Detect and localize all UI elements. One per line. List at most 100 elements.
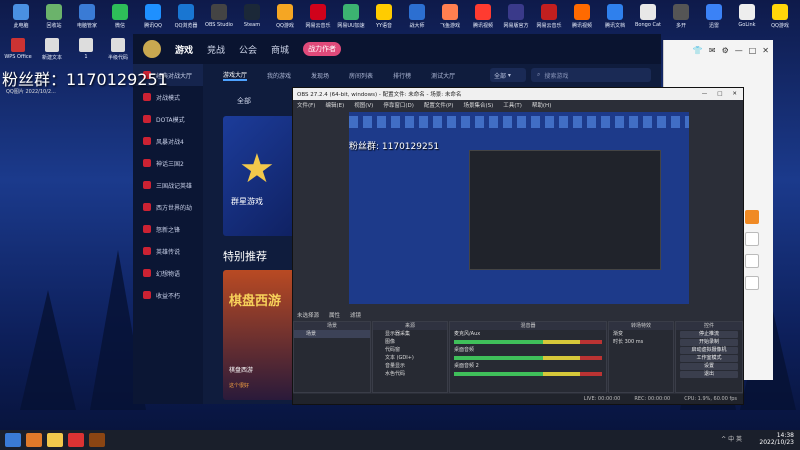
tool-button[interactable] [745,210,759,224]
sidebar-item-game[interactable]: 风暴对战4 [133,130,203,152]
maximize-icon[interactable]: □ [717,91,722,97]
nav-shop[interactable]: 商城 [271,43,289,56]
desktop-icon[interactable]: 此电脑 [4,2,38,29]
taskbar-app-icon[interactable] [68,433,84,447]
sidebar-item-game[interactable]: 神话三国2 [133,152,203,174]
shirt-icon[interactable]: 👕 [693,46,703,55]
close-icon[interactable]: ✕ [762,46,769,55]
desktop-icon[interactable]: OBS Studio [202,2,236,28]
search-input[interactable]: ⌕ 搜索游戏 [531,68,651,82]
sidebar-item-dota[interactable]: DOTA模式 [133,108,203,130]
preview-desktop-icons [349,116,689,128]
menu-view[interactable]: 视图(V) [354,101,373,109]
desktop-icon[interactable]: YY语音 [367,2,401,29]
desktop-icon[interactable]: 腾讯QQ [136,2,170,29]
menu-scene-collection[interactable]: 场景集合(S) [463,101,493,109]
filter-dropdown[interactable]: 全部 ▾ [490,68,526,82]
tab-rooms[interactable]: 房间列表 [349,71,373,80]
source-item[interactable]: 文本 (GDI+) [373,354,447,362]
tab-rank[interactable]: 排行榜 [393,71,411,80]
sidebar-item-game[interactable]: 三国战记英雄 [133,174,203,196]
source-item[interactable]: 代码窗 [373,346,447,354]
desktop-icon[interactable]: 网易UU加速 [334,2,368,29]
close-icon[interactable]: ✕ [732,91,737,97]
desktop-icon[interactable]: QQ游戏 [763,2,797,29]
taskbar-app-icon[interactable] [26,433,42,447]
taskbar-app-icon[interactable] [47,433,63,447]
desktop-icon[interactable]: 迅雷 [697,2,731,29]
virtual-camera-button[interactable]: 启动虚拟摄像机 [680,347,738,354]
desktop-icon[interactable]: Bongo Cat [631,2,665,28]
desktop-icon[interactable]: 飞鱼游戏 [433,2,467,29]
desktop-icon[interactable]: GoLink [730,2,764,28]
desktop-icon[interactable]: Steam [235,2,269,28]
recommended-game-card[interactable]: 棋盘西游 棋盘西游 这个很好 [223,270,303,400]
nav-games[interactable]: 游戏 [175,43,193,56]
desktop-icon-code[interactable]: 半级代码 [100,38,136,61]
message-icon[interactable]: ✉ [709,46,716,55]
desktop-icon-wps[interactable]: WPS Office [0,38,36,60]
featured-banner[interactable]: ★ 群星游戏 [223,116,303,236]
desktop-icon[interactable]: 腾讯视频 [466,2,500,29]
event-badge[interactable]: 战力作者 [303,42,342,56]
desktop-icon[interactable]: 回收站 [37,2,71,29]
source-item[interactable]: 音量显示 [373,362,447,370]
settings-button[interactable]: 设置 [680,363,738,370]
menu-profile[interactable]: 配置文件(P) [424,101,454,109]
desktop-icon[interactable]: 电脑管家 [70,2,104,29]
tab-test[interactable]: 测试大厅 [431,71,455,80]
menu-docks[interactable]: 停靠窗口(D) [383,101,414,109]
start-recording-button[interactable]: 开始录制 [680,339,738,346]
sidebar-item-game[interactable]: 收益不朽 [133,284,203,306]
filter-all[interactable]: 全部 [237,96,251,106]
desktop-icon[interactable]: 腾讯文档 [598,2,632,29]
desktop-icon[interactable]: 网易云音乐 [532,2,566,29]
menu-help[interactable]: 帮助(H) [532,101,551,109]
clock[interactable]: 14:38 2022/10/23 [759,432,794,446]
taskbar-app-icon[interactable] [89,433,105,447]
desktop-icon-new-text[interactable]: 新建文本 [34,38,70,61]
desktop-icon[interactable]: 战大师 [400,2,434,29]
desktop-icon-1[interactable]: 1 [68,38,104,60]
desktop-icon[interactable]: QQ游戏 [268,2,302,29]
exit-button[interactable]: 退出 [680,371,738,378]
stop-stream-button[interactable]: 停止推流 [680,331,738,338]
sidebar-item-game[interactable]: 英雄传说 [133,240,203,262]
scene-item[interactable]: 场景 [294,330,370,338]
nav-guild[interactable]: 公会 [239,43,257,56]
desktop-icon[interactable]: 多开 [664,2,698,29]
tab-lobby[interactable]: 游戏大厅 [223,70,248,81]
settings-icon[interactable]: ⚙ [722,46,729,55]
transition-select[interactable]: 渐变 [609,330,673,338]
source-item[interactable]: 水色代码 [373,370,447,378]
menu-edit[interactable]: 编辑(E) [325,101,344,109]
tab-my-games[interactable]: 我的游戏 [267,71,291,80]
source-item[interactable]: 显示器采集 [373,330,447,338]
menu-tools[interactable]: 工具(T) [503,101,522,109]
tab-discover[interactable]: 发现场 [311,71,329,80]
maximize-icon[interactable]: □ [749,46,757,55]
desktop-icon[interactable]: 微信 [103,2,137,29]
start-icon[interactable] [5,433,21,447]
tool-button[interactable] [745,276,759,290]
menu-file[interactable]: 文件(F) [297,101,315,109]
filters-button[interactable]: 滤镜 [350,311,361,319]
sidebar-item-game[interactable]: 幻想物语 [133,262,203,284]
source-item[interactable]: 图像 [373,338,447,346]
sidebar-item-game[interactable]: 怒新之锋 [133,218,203,240]
tool-button[interactable] [745,232,759,246]
desktop-icon[interactable]: QQ浏览器 [169,2,203,29]
sidebar-item-game[interactable]: 西方世界的劫 [133,196,203,218]
properties-button[interactable]: 属性 [329,311,340,319]
desktop-icon[interactable]: 腾讯视频 [565,2,599,29]
desktop-icon[interactable]: 网易版官方 [499,2,533,29]
desktop-icon[interactable]: 网易云音乐 [301,2,335,29]
nav-compete[interactable]: 竞战 [207,43,225,56]
studio-mode-button[interactable]: 工作室模式 [680,355,738,362]
tool-button[interactable] [745,254,759,268]
obs-preview[interactable]: 粉丝群: 1170129251 [349,112,689,304]
system-tray[interactable]: ^ 中 英 [721,434,742,443]
minimize-icon[interactable]: — [702,91,708,97]
minimize-icon[interactable]: — [735,46,743,55]
duration-input[interactable]: 300 ms [625,339,644,345]
